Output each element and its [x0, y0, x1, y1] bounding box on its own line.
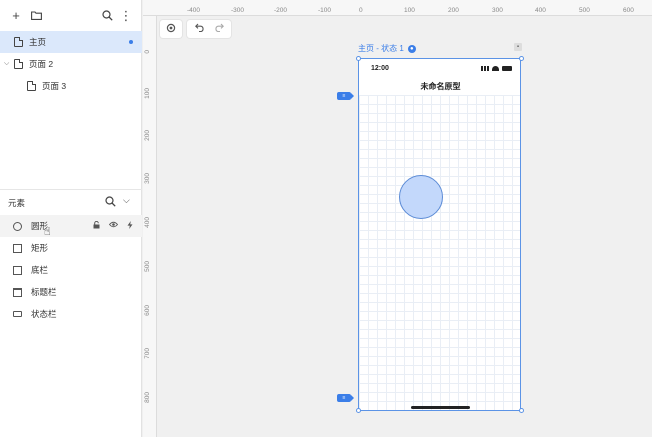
settings-icon[interactable]: [166, 23, 176, 36]
resize-handle[interactable]: [356, 408, 361, 413]
element-item-rect[interactable]: 矩形: [0, 237, 142, 259]
ruler-tick-label: 100: [404, 7, 415, 14]
ruler-tick-label: 400: [144, 217, 151, 228]
ruler-tick-label: 200: [448, 7, 459, 14]
ruler-tick-label: 0: [144, 50, 151, 54]
current-page-dot: [129, 40, 133, 44]
page-label: 主页: [29, 37, 47, 47]
layout-grid: [359, 95, 520, 410]
page-label: 页面 2: [29, 59, 54, 69]
history-toolbar: [187, 20, 231, 38]
ruler-tick-label: -100: [318, 7, 332, 14]
resize-handle[interactable]: [519, 56, 524, 61]
statusbar-icon: [13, 311, 22, 317]
wifi-icon: [492, 66, 499, 71]
page-item-page2[interactable]: ⌵ 页面 2: [0, 53, 142, 75]
page-icon: [27, 81, 36, 91]
element-label: 状态栏: [31, 309, 57, 319]
phone-frame[interactable]: 12:00 未命名原型: [358, 58, 521, 411]
ruler-tick-label: -400: [187, 7, 201, 14]
elements-title: 元素: [8, 198, 26, 208]
resize-handle[interactable]: [519, 408, 524, 413]
search-icon[interactable]: [105, 196, 116, 209]
element-label: 矩形: [31, 243, 49, 253]
frame-label[interactable]: 主页 - 状态 1 ●: [358, 43, 416, 54]
settings-toolbar: [160, 20, 182, 38]
rectangle-icon: [13, 243, 22, 253]
titlebar-icon: [13, 287, 22, 297]
redo-icon[interactable]: [214, 23, 224, 35]
ruler-tick-label: 500: [144, 261, 151, 272]
resize-handle[interactable]: [356, 56, 361, 61]
frame-label-text: 主页 - 状态 1: [358, 44, 404, 53]
guide-marker-bottom[interactable]: ≡: [337, 394, 354, 402]
battery-icon: [502, 66, 512, 71]
ruler-tick-label: 600: [623, 7, 634, 14]
element-item-circle[interactable]: 圆形: [0, 215, 142, 237]
guide-marker-top[interactable]: ≡: [337, 92, 354, 100]
element-item-titlebar[interactable]: 标题栏: [0, 281, 142, 303]
nav-title: 未命名原型: [420, 82, 461, 91]
row-actions: [93, 220, 133, 231]
ruler-horizontal: -400 -300 -200 -100 0 100 200 300 400 50…: [143, 0, 652, 16]
ruler-tick-label: 600: [144, 305, 151, 316]
chevron-down-icon[interactable]: ⌵: [4, 60, 13, 68]
element-label: 底栏: [31, 265, 49, 275]
search-icon[interactable]: [100, 8, 114, 22]
elements-header: 元素 ⌵: [0, 192, 142, 212]
hand-cursor-icon: ☝: [44, 226, 51, 238]
frame-settings-icon[interactable]: ●: [407, 44, 416, 53]
ruler-tick-label: 100: [144, 88, 151, 99]
ruler-tick-label: 300: [144, 173, 151, 184]
circle-element[interactable]: [399, 175, 443, 219]
panel-divider: [0, 189, 142, 190]
ruler-tick-label: 400: [535, 7, 546, 14]
ruler-tick-label: 300: [492, 7, 503, 14]
ruler-tick-label: -300: [231, 7, 245, 14]
status-icons: [481, 66, 512, 71]
circle-icon: [13, 221, 22, 231]
page-icon: [14, 59, 23, 69]
more-icon[interactable]: ⋮: [119, 8, 133, 22]
page-label: 页面 3: [42, 81, 67, 91]
rectangle-icon: [13, 265, 22, 275]
ruler-tick-label: -200: [274, 7, 288, 14]
home-indicator: [411, 406, 470, 409]
ruler-tick-label: 800: [144, 392, 151, 403]
element-label: 标题栏: [31, 287, 57, 297]
element-item-statusbar[interactable]: 状态栏: [0, 303, 142, 325]
ruler-tick-label: 500: [579, 7, 590, 14]
folder-icon[interactable]: [29, 8, 43, 22]
ruler-tick-label: 0: [359, 7, 363, 14]
add-page-icon[interactable]: +: [9, 8, 23, 22]
left-panel: + ⋮ 主页 ⌵ 页面 2 页面 3 元素 ⌵ 圆形 矩形 底栏 标题栏 状态栏…: [0, 0, 142, 437]
ruler-vertical: 0 100 200 300 400 500 600 700 800: [143, 16, 157, 437]
panel-toolbar: + ⋮: [0, 0, 142, 30]
page-icon: [14, 37, 23, 47]
ruler-tick-label: 200: [144, 130, 151, 141]
signal-icon: [481, 66, 489, 71]
element-item-bottombar[interactable]: 底栏: [0, 259, 142, 281]
frame-lock-icon[interactable]: ▪: [514, 43, 522, 51]
lock-icon[interactable]: [93, 220, 100, 231]
eye-icon[interactable]: [108, 221, 119, 231]
status-time: 12:00: [371, 65, 389, 72]
ruler-tick-label: 700: [144, 348, 151, 359]
page-item-home[interactable]: 主页: [0, 31, 142, 53]
undo-icon[interactable]: [194, 23, 205, 35]
chevron-down-icon[interactable]: ⌵: [123, 195, 130, 206]
page-item-page3[interactable]: 页面 3: [0, 75, 142, 97]
interaction-bolt-icon[interactable]: [127, 221, 133, 231]
